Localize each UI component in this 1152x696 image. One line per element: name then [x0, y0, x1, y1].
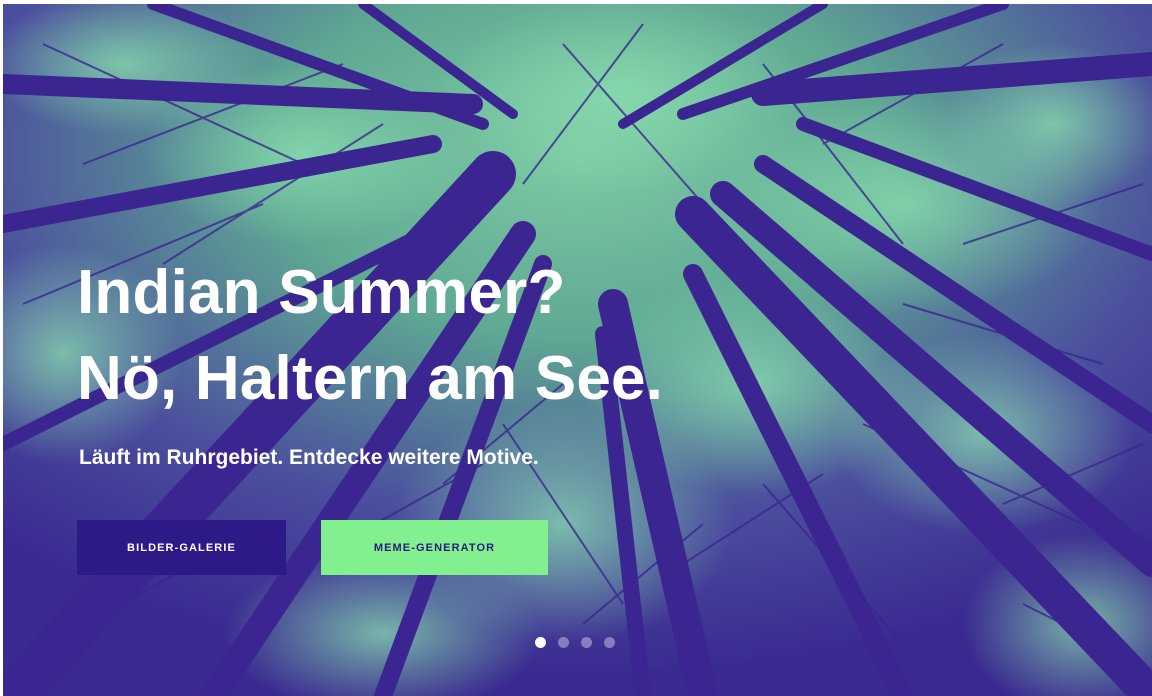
slider-dot-4[interactable]: [604, 637, 615, 648]
meme-generator-button[interactable]: MEME-GENERATOR: [321, 520, 548, 575]
slider-dot-2[interactable]: [558, 637, 569, 648]
hero-headline: Indian Summer? Nö, Haltern am See.: [77, 250, 663, 422]
headline-line-1: Indian Summer?: [77, 258, 566, 327]
slider-dot-1[interactable]: [535, 637, 546, 648]
hero-section: Indian Summer? Nö, Haltern am See. Läuft…: [3, 4, 1152, 696]
gallery-button[interactable]: BILDER-GALERIE: [77, 520, 286, 575]
hero-subline: Läuft im Ruhrgebiet. Entdecke weitere Mo…: [79, 446, 539, 469]
headline-line-2: Nö, Haltern am See.: [77, 344, 664, 413]
slider-pagination: [535, 637, 615, 648]
slider-dot-3[interactable]: [581, 637, 592, 648]
